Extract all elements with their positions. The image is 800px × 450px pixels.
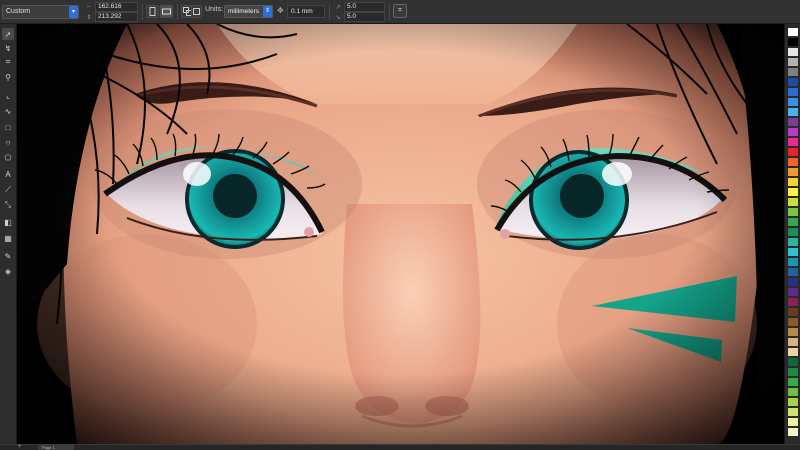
crop-tool-icon[interactable]: ⌗ (2, 56, 14, 68)
landscape-icon (162, 8, 171, 15)
color-swatch[interactable] (788, 408, 798, 416)
duplicate-y-icon: ↘ (335, 14, 341, 21)
duplicate-y-field[interactable]: 5.0 (344, 12, 385, 22)
color-swatch[interactable] (788, 318, 798, 326)
preset-value: Custom (6, 8, 31, 15)
drop-shadow-icon[interactable]: ◧ (2, 216, 14, 228)
color-swatch[interactable] (788, 288, 798, 296)
color-swatch[interactable] (788, 248, 798, 256)
portrait-icon (149, 7, 156, 16)
height-field[interactable]: 213.292 (95, 12, 138, 22)
units-dropdown[interactable]: millimeters ⇕ (224, 5, 273, 18)
current-page-icon (193, 8, 200, 15)
transparency-icon[interactable]: ▦ (2, 232, 14, 244)
object-size-group: ⇔ 162.616 ⇕ 213.292 (84, 2, 138, 22)
divider (142, 4, 143, 20)
eyedropper-icon[interactable]: ✎ (2, 250, 14, 262)
portrait-button[interactable] (146, 5, 159, 18)
color-palette (784, 24, 800, 444)
duplicate-x-icon: ↗ (335, 4, 341, 11)
color-swatch[interactable] (788, 298, 798, 306)
width-icon: ⇔ (86, 4, 92, 10)
connector-tool-icon[interactable]: ⤡ (2, 199, 14, 211)
rectangle-tool-icon[interactable]: □ (2, 121, 14, 133)
artistic-media-icon[interactable]: ∿ (2, 105, 14, 117)
pick-tool-icon[interactable]: ➚ (2, 28, 14, 40)
drawing-canvas[interactable] (17, 24, 784, 444)
toolbox: ➚ ↯ ⌗ ⚲ ⌞ ∿ □ ○ ⬠ A ⟋ ⤡ ◧ ▦ ✎ ◈ (0, 24, 17, 444)
color-swatch[interactable] (788, 78, 798, 86)
zoom-tool-icon[interactable]: ⚲ (2, 71, 14, 83)
color-swatch[interactable] (788, 118, 798, 126)
landscape-button[interactable] (160, 5, 173, 18)
color-swatch[interactable] (788, 308, 798, 316)
color-swatch[interactable] (788, 128, 798, 136)
divider (177, 4, 178, 20)
color-swatch[interactable] (788, 168, 798, 176)
chevron-updown-icon: ⇕ (263, 6, 272, 17)
nudge-icon: ✥ (277, 6, 284, 15)
color-swatch[interactable] (788, 328, 798, 336)
frame-icon: ⌗ (398, 7, 402, 14)
color-swatch[interactable] (788, 208, 798, 216)
freehand-tool-icon[interactable]: ⌞ (2, 89, 14, 101)
units-value: millimeters (228, 8, 260, 15)
page-navigator: + Page 1 (0, 444, 800, 450)
color-swatch[interactable] (788, 418, 798, 426)
color-swatch[interactable] (788, 58, 798, 66)
text-tool-icon[interactable]: A (2, 168, 14, 180)
color-swatch[interactable] (788, 98, 798, 106)
duplicate-distance-group: ↗ 5.0 ↘ 5.0 (333, 2, 385, 22)
color-swatch[interactable] (788, 428, 798, 436)
parallel-dimension-icon[interactable]: ⟋ (2, 184, 14, 196)
color-swatch[interactable] (788, 178, 798, 186)
page-tab[interactable]: Page 1 (38, 445, 74, 450)
color-swatch[interactable] (788, 88, 798, 96)
color-swatch[interactable] (788, 378, 798, 386)
chevron-down-icon: ▾ (69, 6, 78, 18)
width-field[interactable]: 162.616 (95, 2, 138, 12)
current-page-button[interactable] (191, 5, 202, 18)
units-label: Units: (205, 6, 223, 13)
color-swatch[interactable] (788, 398, 798, 406)
color-swatch[interactable] (788, 348, 798, 356)
color-swatch[interactable] (788, 228, 798, 236)
color-swatch[interactable] (788, 138, 798, 146)
color-swatch[interactable] (788, 158, 798, 166)
color-swatch[interactable] (788, 38, 798, 46)
ellipse-tool-icon[interactable]: ○ (2, 136, 14, 148)
nudge-distance-field[interactable]: 0.1 mm (287, 5, 325, 18)
color-swatch[interactable] (788, 238, 798, 246)
color-swatch[interactable] (788, 198, 798, 206)
color-swatch[interactable] (788, 48, 798, 56)
color-swatch[interactable] (788, 338, 798, 346)
preset-dropdown[interactable]: Custom ▾ (2, 5, 79, 19)
eyes-illustration (17, 24, 784, 444)
color-swatch[interactable] (788, 108, 798, 116)
divider (329, 4, 330, 20)
shape-tool-icon[interactable]: ↯ (2, 42, 14, 54)
divider (389, 4, 390, 20)
options-button[interactable]: ⌗ (393, 4, 407, 18)
color-swatch[interactable] (788, 218, 798, 226)
color-swatch[interactable] (788, 358, 798, 366)
interactive-fill-icon[interactable]: ◈ (2, 265, 14, 277)
color-swatch[interactable] (788, 368, 798, 376)
color-swatch[interactable] (788, 68, 798, 76)
add-page-button[interactable]: + (18, 444, 22, 450)
polygon-tool-icon[interactable]: ⬠ (2, 151, 14, 163)
color-swatch[interactable] (788, 388, 798, 396)
color-swatch[interactable] (788, 268, 798, 276)
duplicate-x-field[interactable]: 5.0 (344, 2, 385, 12)
color-swatch[interactable] (788, 148, 798, 156)
property-bar: Custom ▾ ⇔ 162.616 ⇕ 213.292 Units: mill… (0, 0, 800, 24)
color-swatch[interactable] (788, 28, 798, 36)
color-swatch[interactable] (788, 258, 798, 266)
color-swatch[interactable] (788, 188, 798, 196)
height-icon: ⇕ (86, 14, 92, 21)
color-swatch[interactable] (788, 278, 798, 286)
